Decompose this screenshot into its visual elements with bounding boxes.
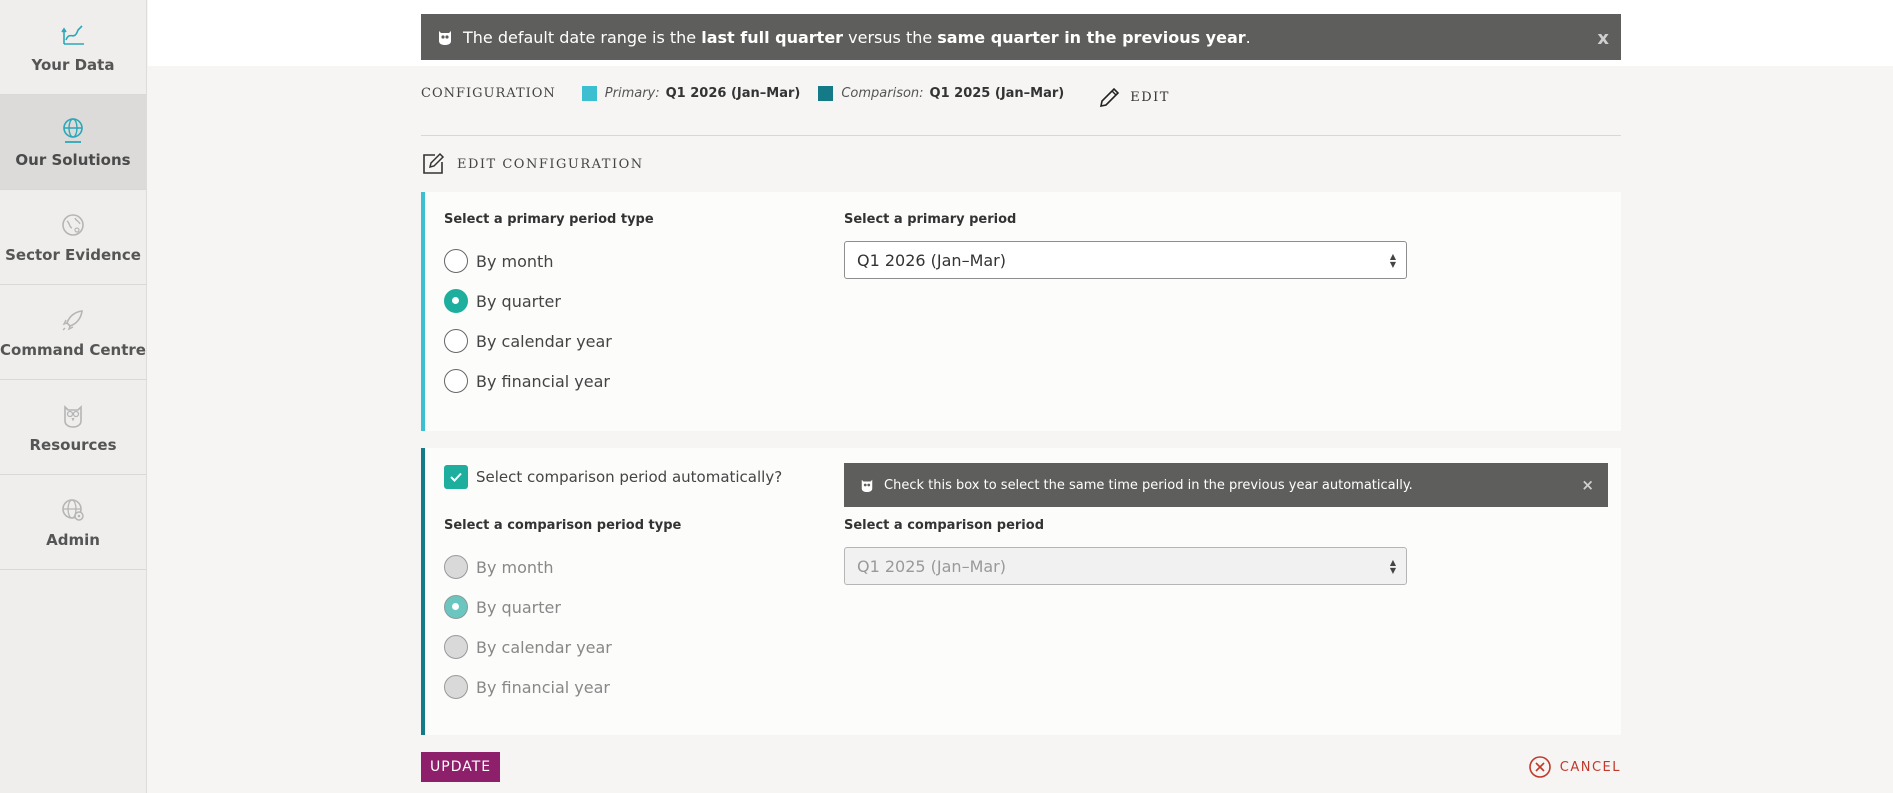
comparison-radio-quarter[interactable]: By quarter	[444, 587, 824, 627]
primary-period-label: Select a primary period	[844, 212, 1017, 227]
comparison-type-column: Select a comparison period type By month…	[444, 518, 824, 707]
radio-button[interactable]	[444, 595, 468, 619]
radio-button[interactable]	[444, 249, 468, 273]
comparison-period-select[interactable]: Q1 2025 (Jan–Mar) ▲ ▼	[844, 547, 1407, 585]
primary-legend: Primary: Q1 2026 (Jan–Mar)	[581, 86, 801, 101]
configuration-summary: CONFIGURATION Primary: Q1 2026 (Jan–Mar)…	[421, 60, 1621, 136]
primary-swatch	[581, 86, 597, 101]
comparison-period-panel: Select comparison period automatically? …	[421, 448, 1621, 735]
primary-legend-value: Q1 2026 (Jan–Mar)	[665, 86, 801, 101]
sidebar-item-label: Sector Evidence	[5, 246, 141, 264]
radio-label: By month	[476, 251, 554, 271]
radio-label: By calendar year	[476, 637, 612, 657]
primary-period-column: Select a primary period Q1 2026 (Jan–Mar…	[844, 212, 1407, 279]
sidebar-item-command-centre[interactable]: Command Centre	[0, 285, 146, 380]
auto-comparison-checkbox-row[interactable]: Select comparison period automatically?	[444, 464, 824, 490]
radio-label: By financial year	[476, 677, 610, 697]
radio-label: By calendar year	[476, 331, 612, 351]
cancel-label: CANCEL	[1559, 759, 1621, 775]
sidebar-item-your-data[interactable]: Your Data	[0, 0, 146, 95]
update-button[interactable]: UPDATE	[421, 752, 501, 782]
comparison-legend-value: Q1 2025 (Jan–Mar)	[929, 86, 1065, 101]
check-icon	[450, 472, 462, 482]
hint-close-button[interactable]: ×	[1581, 476, 1594, 494]
radio-button[interactable]	[444, 329, 468, 353]
select-value: Q1 2025 (Jan–Mar)	[857, 556, 1006, 576]
edit-button[interactable]: EDIT	[1096, 85, 1170, 111]
rocket-icon	[58, 305, 88, 335]
primary-legend-label: Primary:	[604, 86, 660, 101]
gear-globe-icon	[58, 495, 88, 525]
edit-label: EDIT	[1130, 90, 1170, 105]
banner-text: The default date range is the last full …	[463, 27, 1251, 47]
comparison-legend: Comparison: Q1 2025 (Jan–Mar)	[818, 86, 1064, 101]
edit-configuration-title: EDIT CONFIGURATION	[457, 156, 644, 172]
sidebar-item-label: Admin	[46, 531, 100, 549]
radio-button[interactable]	[444, 289, 468, 313]
comparison-type-label: Select a comparison period type	[444, 518, 682, 533]
auto-comparison-checkbox[interactable]	[444, 465, 468, 489]
chart-line-icon	[58, 20, 88, 50]
cancel-button[interactable]: CANCEL	[1528, 755, 1621, 779]
sidebar-item-our-solutions[interactable]: Our Solutions	[0, 95, 146, 190]
primary-period-panel: Select a primary period type By month By…	[421, 192, 1621, 431]
primary-radio-month[interactable]: By month	[444, 241, 824, 281]
radio-button[interactable]	[444, 555, 468, 579]
close-circle-icon	[1528, 756, 1551, 778]
radio-button[interactable]	[444, 369, 468, 393]
configuration-title: CONFIGURATION	[421, 86, 556, 101]
sidebar-item-sector-evidence[interactable]: Sector Evidence	[0, 190, 146, 285]
primary-radio-quarter[interactable]: By quarter	[444, 281, 824, 321]
radio-label: By financial year	[476, 371, 610, 391]
hint-text: Check this box to select the same time p…	[884, 477, 1413, 493]
primary-type-column: Select a primary period type By month By…	[444, 212, 824, 401]
auto-comparison-label: Select comparison period automatically?	[476, 468, 783, 486]
auto-comparison-hint: Check this box to select the same time p…	[844, 463, 1608, 507]
comparison-period-column: Select a comparison period Q1 2025 (Jan–…	[844, 518, 1407, 585]
select-value: Q1 2026 (Jan–Mar)	[857, 250, 1006, 270]
primary-radio-financial-year[interactable]: By financial year	[444, 361, 824, 401]
primary-radio-calendar-year[interactable]: By calendar year	[444, 321, 824, 361]
comparison-auto-column: Select comparison period automatically?	[444, 464, 824, 490]
sidebar-item-label: Our Solutions	[15, 151, 131, 169]
sidebar: Your Data Our Solutions Sector Evidence …	[0, 0, 147, 793]
info-banner: The default date range is the last full …	[421, 14, 1621, 60]
comparison-swatch	[818, 86, 834, 101]
comparison-radio-month[interactable]: By month	[444, 547, 824, 587]
primary-period-select[interactable]: Q1 2026 (Jan–Mar) ▲ ▼	[844, 241, 1407, 279]
owl-icon	[439, 31, 451, 45]
sidebar-item-label: Command Centre	[0, 341, 146, 359]
radio-label: By quarter	[476, 291, 561, 311]
sidebar-item-label: Your Data	[31, 56, 115, 74]
select-arrows-icon: ▲ ▼	[1389, 558, 1396, 575]
sector-globe-icon	[58, 210, 88, 240]
edit-configuration-header: EDIT CONFIGURATION	[421, 136, 1621, 192]
edit-square-icon	[423, 152, 445, 174]
sidebar-item-label: Resources	[29, 436, 117, 454]
comparison-legend-label: Comparison:	[841, 86, 924, 101]
comparison-radio-calendar-year[interactable]: By calendar year	[444, 627, 824, 667]
pencil-icon	[1100, 87, 1120, 107]
radio-button[interactable]	[444, 635, 468, 659]
sidebar-item-admin[interactable]: Admin	[0, 475, 146, 570]
sidebar-item-resources[interactable]: Resources	[0, 380, 146, 475]
select-arrows-icon: ▲ ▼	[1389, 252, 1396, 269]
banner-close-button[interactable]: x	[1597, 28, 1609, 49]
radio-label: By month	[476, 557, 554, 577]
primary-type-label: Select a primary period type	[444, 212, 654, 227]
main-content: The default date range is the last full …	[421, 14, 1621, 793]
form-actions: UPDATE CANCEL	[421, 752, 1621, 793]
comparison-radio-financial-year[interactable]: By financial year	[444, 667, 824, 707]
owl-icon	[58, 400, 88, 430]
radio-label: By quarter	[476, 597, 561, 617]
radio-button[interactable]	[444, 675, 468, 699]
comparison-period-label: Select a comparison period	[844, 518, 1045, 533]
globe-icon	[58, 115, 88, 145]
owl-icon	[861, 479, 873, 492]
